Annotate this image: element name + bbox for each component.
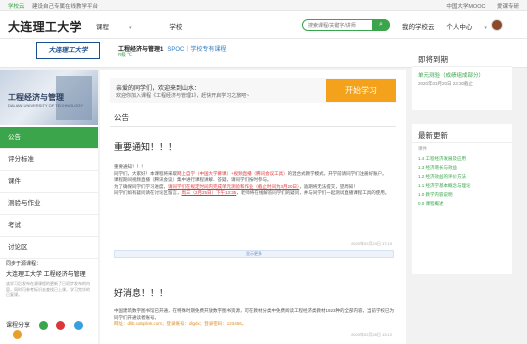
upcoming-date: 2020年03月20日 23:30截止 xyxy=(418,81,474,86)
chevron-down-icon: ▾ xyxy=(484,25,487,31)
search-icon[interactable]: ⌕ xyxy=(372,19,390,31)
announcement-title: 重要通知！！！ xyxy=(114,142,178,152)
source-course-desc: 该学习后发布在源课程的更新了已初步发布的内容，同时可参考标识去查找已上课，学习完… xyxy=(6,281,90,297)
avatar[interactable] xyxy=(491,19,503,31)
divider xyxy=(110,126,396,127)
list-item[interactable]: 0.0 课程概述 xyxy=(418,199,471,208)
expand-more-button[interactable]: 显示更多 xyxy=(114,250,394,258)
course-title: 工程经济与管理1 SPOC｜学校专有课程 xyxy=(118,47,227,53)
cover-subtitle: DALIAN UNIVERSITY OF TECHNOLOGY xyxy=(8,103,84,108)
school-logo: 大连理工大学 xyxy=(36,42,100,59)
share-label: 课程分享 xyxy=(6,323,31,329)
sidebar-item-grading[interactable]: 评分标准 xyxy=(0,149,98,171)
announcement-timestamp: 2020年02月28日 13:12 xyxy=(351,332,392,337)
divider xyxy=(412,142,512,143)
topbar-link-icourse[interactable]: 中国大学MOOC xyxy=(446,4,485,10)
announcement-paragraph: 中国建筑数字图书馆已开通，在特殊时期免费开放数字图书资源，可在教材分类中免费阅读… xyxy=(114,308,395,320)
upcoming-item[interactable]: 单元测验（成绩组成部分） xyxy=(418,71,484,79)
course-cover-image: 工程经济与管理 DALIAN UNIVERSITY OF TECHNOLOGY xyxy=(0,70,98,125)
top-utility-bar: 学校云 建设自己专属在线教学平台 中国大学MOOC 爱课专研 xyxy=(0,0,527,11)
nav-courses[interactable]: 课程 ▾ xyxy=(96,24,150,31)
personal-center-link[interactable]: 个人中心 ▾ xyxy=(446,24,497,31)
qq-icon[interactable] xyxy=(74,320,84,330)
list-item[interactable]: 1.2 经济效益的评价方法 xyxy=(418,172,471,181)
highlight-text: 周三（2月25日）下午13:35 xyxy=(181,190,237,196)
upcoming-deadlines: 即将到期 单元测验（成绩组成部分） 2020年03月20日 23:30截止 xyxy=(412,48,512,110)
latest-updates: 最新更新 课件 1.4 工程经济发展及应用 1.3 经济增长与效益 1.2 经济… xyxy=(412,124,512,274)
announcement-paragraph: 同学们如有疑问请在讨论区留言，周三（2月25日）下午13:35，老师将在线解答同… xyxy=(114,190,390,196)
announcement-body: 中国建筑数字图书馆已开通，在特殊时期免费开放数字图书资源，可在教材分类中免费阅读… xyxy=(114,308,394,328)
updates-title: 最新更新 xyxy=(418,131,448,140)
welcome-message: 欢迎你加入课程《工程经济与管理1》，赶快开启学习之旅吧~ xyxy=(116,93,250,99)
list-item[interactable]: 1.4 工程经济发展及应用 xyxy=(418,154,471,163)
cover-title: 工程经济与管理 xyxy=(8,93,64,102)
list-item[interactable]: 1.1 经济学基本概念与理论 xyxy=(418,181,471,190)
announcement-title: 好消息！！！ xyxy=(114,288,169,298)
source-course-link[interactable]: 大连理工大学 工程经济与管理 xyxy=(6,269,92,278)
topbar-link-build-platform[interactable]: 建设自己专属在线教学平台 xyxy=(32,4,98,10)
announcement-timestamp: 2020年02月24日 17:13 xyxy=(351,241,392,246)
announcement-paragraph: 重要通知！！！ xyxy=(114,164,146,169)
course-term: R級 ℃ xyxy=(118,52,133,57)
source-course-heading: 同步于源课程： xyxy=(6,261,42,267)
sidebar-item-exam[interactable]: 考试 xyxy=(0,215,98,237)
left-sidebar: 工程经济与管理 DALIAN UNIVERSITY OF TECHNOLOGY … xyxy=(0,70,98,344)
spoc-badge: SPOC｜学校专有课程 xyxy=(167,47,227,53)
topbar-link-aike[interactable]: 爱课专研 xyxy=(497,4,519,10)
wechat-icon[interactable] xyxy=(38,320,48,330)
sidebar-item-tests-homework[interactable]: 测验与作业 xyxy=(0,193,98,215)
welcome-greeting: 亲爱的同学们，欢迎来到山水： xyxy=(116,86,201,92)
my-school-cloud-link[interactable]: 我的学校云 xyxy=(402,24,435,31)
search-input[interactable] xyxy=(308,21,372,30)
topbar-link-school-cloud[interactable]: 学校云 xyxy=(8,4,25,10)
sidebar-item-courseware[interactable]: 课件 xyxy=(0,171,98,193)
divider xyxy=(412,66,512,67)
source-course-box: 同步于源课程： 大连理工大学 工程经济与管理 该学习后发布在源课程的更新了已初步… xyxy=(0,260,98,298)
updates-category: 课件 xyxy=(418,146,427,151)
list-item[interactable]: 1.0 教学内容说明 xyxy=(418,190,471,199)
weibo-icon[interactable] xyxy=(56,320,66,330)
list-item[interactable]: 1.3 经济增长与效益 xyxy=(418,163,471,172)
sidebar-item-forum[interactable]: 讨论区 xyxy=(0,237,98,259)
right-sidebar: 即将到期 单元测验（成绩组成部分） 2020年03月20日 23:30截止 最新… xyxy=(412,48,512,344)
welcome-banner: 亲爱的同学们，欢迎来到山水： 欢迎你加入课程《工程经济与管理1》，赶快开启学习之… xyxy=(110,78,396,103)
announcement-body: 重要通知！！！ 同学们，大家好！本课程将采取网上自学（中国大学慕课）+视频直播（… xyxy=(114,164,394,197)
highlight-text: 请同学们在规定时间内完成单元测验和作业（截止时间为3月20日） xyxy=(168,183,300,189)
main-nav: 课程 ▾ 学校 xyxy=(96,21,200,31)
qzone-icon[interactable] xyxy=(13,329,22,339)
sidebar-item-announcements[interactable]: 公告 xyxy=(0,127,98,149)
library-link[interactable]: 网址：dlib.cabplink.com；登录账号：dlgdx；登录密码：123… xyxy=(114,321,394,328)
search-box: ⌕ xyxy=(302,19,390,31)
main-content: 亲爱的同学们，欢迎来到山水： 欢迎你加入课程《工程经济与管理1》，赶快开启学习之… xyxy=(100,70,406,344)
site-logo-title[interactable]: 大连理工大学 xyxy=(8,18,82,35)
announcement-paragraph: 课程期间视频直播（腾讯会议）集中进行课程讲解、答疑，请同学们按时参与。 xyxy=(114,177,272,183)
course-menu: 公告 评分标准 课件 测验与作业 考试 讨论区 xyxy=(0,127,98,259)
start-learning-button[interactable]: 开始学习 xyxy=(326,79,396,102)
page-title: 公告 xyxy=(114,113,129,122)
nav-school[interactable]: 学校 xyxy=(169,24,182,31)
course-share: 课程分享 xyxy=(6,320,98,339)
chevron-down-icon: ▾ xyxy=(129,25,132,31)
upcoming-title: 即将到期 xyxy=(418,55,448,64)
main-header: 大连理工大学 课程▾ 学校 ⌕ 我的学校云 个人中心▾ xyxy=(0,11,527,39)
updates-list: 1.4 工程经济发展及应用 1.3 经济增长与效益 1.2 经济效益的评价方法 … xyxy=(418,154,471,208)
highlight-text: 网上自学（中国大学慕课）+视频直播（腾讯会议工具） xyxy=(177,170,288,176)
